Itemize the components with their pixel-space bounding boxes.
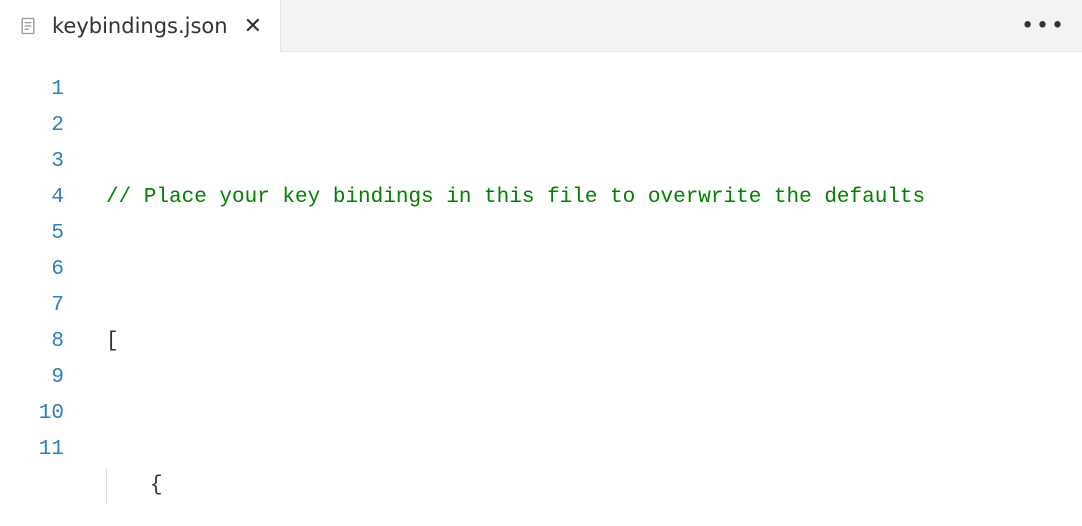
line-number: 3 <box>0 144 64 180</box>
line-number: 2 <box>0 108 64 144</box>
close-icon[interactable]: ✕ <box>244 14 262 39</box>
comment-token: // Place your key bindings in this file … <box>106 180 925 216</box>
editor-tabbar: keybindings.json ✕ ••• <box>0 0 1082 52</box>
code-editor: keybindings.json ✕ ••• 1 2 3 4 5 6 7 8 9… <box>0 0 1082 526</box>
line-number: 6 <box>0 252 64 288</box>
line-number: 9 <box>0 360 64 396</box>
line-number: 8 <box>0 324 64 360</box>
brace-token: { <box>150 468 163 504</box>
line-number: 5 <box>0 216 64 252</box>
editor-tab-active[interactable]: keybindings.json ✕ <box>0 0 281 52</box>
file-icon <box>18 16 38 36</box>
code-line: // Place your key bindings in this file … <box>90 180 1082 216</box>
code-line: [ <box>90 324 1082 360</box>
line-number: 10 <box>0 396 64 432</box>
line-number: 1 <box>0 72 64 108</box>
line-number: 7 <box>0 288 64 324</box>
line-number: 4 <box>0 180 64 216</box>
line-number: 11 <box>0 432 64 468</box>
tab-overflow-button[interactable]: ••• <box>1021 13 1066 38</box>
line-number-gutter: 1 2 3 4 5 6 7 8 9 10 11 <box>0 72 90 526</box>
code-area[interactable]: 1 2 3 4 5 6 7 8 9 10 11 // Place your ke… <box>0 52 1082 526</box>
code-content[interactable]: // Place your key bindings in this file … <box>90 72 1082 526</box>
code-line: { <box>90 468 1082 504</box>
tab-title: keybindings.json <box>52 14 228 38</box>
bracket-token: [ <box>106 324 119 360</box>
